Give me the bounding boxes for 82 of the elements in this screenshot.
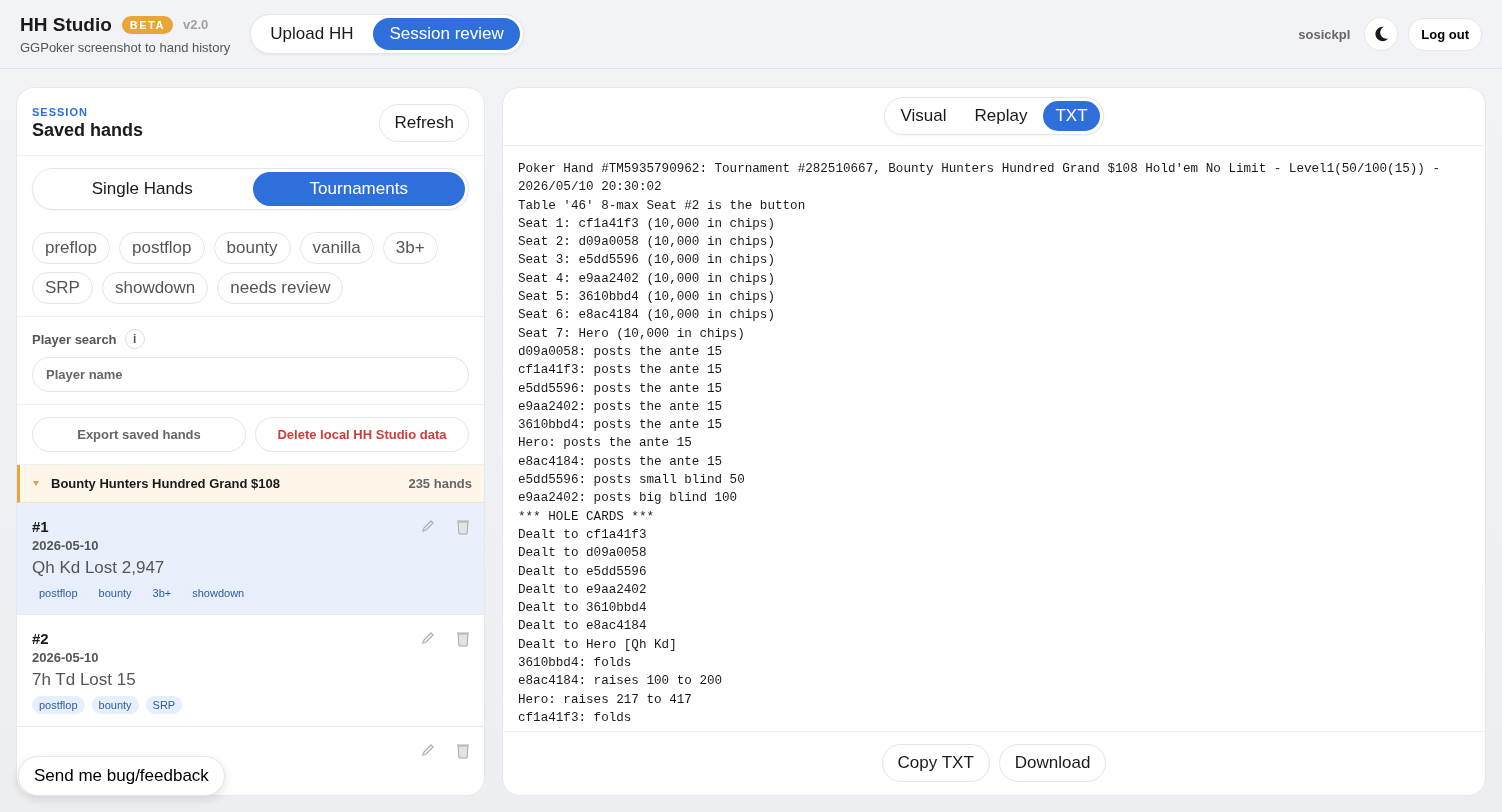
hand-date: 2026-05-10	[32, 538, 100, 553]
app-title: HH Studio	[20, 13, 112, 36]
refresh-button[interactable]: Refresh	[379, 104, 469, 142]
hand-history-line: cf1a41f3: posts the ante 15	[518, 362, 724, 380]
hand-history-line: e5dd5596: posts small blind 50	[518, 472, 746, 490]
hand-history-line: e9aa2402: posts the ante 15	[518, 398, 724, 416]
delete-data-button[interactable]: Delete local HH Studio data	[255, 417, 469, 452]
hand-tag: SRP	[145, 696, 183, 714]
theme-toggle-button[interactable]	[1364, 17, 1399, 51]
pencil-icon[interactable]	[420, 518, 436, 534]
pencil-icon[interactable]	[420, 742, 436, 758]
trash-icon[interactable]	[454, 630, 472, 648]
feedback-button[interactable]: Send me bug/feedback	[18, 756, 225, 796]
hand-summary: Qh Kd Lost 2,947	[32, 558, 166, 578]
filter-chip[interactable]: showdown	[101, 272, 209, 304]
hand-history-line: Poker Hand #TM5935790962: Tournament #282510667, Bounty Hunters Hundred Grand $108 Hold'em No Limit - Level1(50/100(15)) - 2026/05/10 20:30:02	[518, 161, 1441, 197]
hand-list-item[interactable]: #2 2026-05-10 7h Td Lost 15 postflop bounty SRP	[17, 615, 484, 727]
filter-chip[interactable]: 3b+	[382, 232, 438, 264]
hand-history-line: Seat 4: e9aa2402 (10,000 in chips)	[518, 270, 776, 288]
hand-history-line: e9aa2402: posts big blind 100	[518, 490, 739, 508]
mode-tab[interactable]: Single Hands	[36, 172, 249, 206]
hand-history-line: e8ac4184: posts the ante 15	[518, 453, 724, 471]
mode-tab[interactable]: Tournaments	[252, 172, 465, 206]
hand-history-line: Seat 2: d09a0058 (10,000 in chips)	[518, 234, 776, 252]
hand-summary: 7h Td Lost 15	[32, 670, 137, 690]
hand-history-line: e5dd5596: posts the ante 15	[518, 380, 724, 398]
tournament-name: Bounty Hunters Hundred Grand $108	[51, 476, 281, 491]
player-search-field[interactable]: Player name	[32, 357, 469, 392]
hand-history-line: d09a0058: posts the ante 15	[518, 343, 724, 361]
hand-history-line: Dealt to e9aa2402	[518, 581, 648, 599]
beta-badge: BETA	[121, 15, 173, 34]
hand-history-line: Seat 5: 3610bbd4 (10,000 in chips)	[518, 289, 776, 307]
tournament-group-header[interactable]: Bounty Hunters Hundred Grand $108 235 hands	[17, 465, 484, 503]
hand-history-line: cf1a41f3: folds	[518, 709, 633, 727]
nav-tab[interactable]: Session review	[373, 18, 520, 50]
hand-tag: postflop	[32, 696, 85, 714]
hand-history-line: Dealt to d09a0058	[518, 545, 648, 563]
filter-chip[interactable]: vanilla	[299, 232, 374, 264]
filter-chip[interactable]: SRP	[32, 272, 93, 304]
pencil-icon[interactable]	[420, 630, 436, 646]
hand-history-line: Seat 6: e8ac4184 (10,000 in chips)	[518, 307, 776, 325]
trash-icon[interactable]	[454, 742, 472, 760]
view-tab[interactable]: Visual	[888, 101, 959, 131]
username: sosickpl	[1298, 26, 1351, 42]
hand-history-line: e8ac4184: raises 100 to 200	[518, 673, 724, 691]
field-label: Player search	[32, 331, 117, 347]
filter-chip[interactable]: needs review	[217, 272, 344, 304]
hand-list-item[interactable]: #1 2026-05-10 Qh Kd Lost 2,947 postflop bounty 3b+ showdown	[17, 503, 484, 615]
hand-number: #2	[32, 630, 50, 647]
hand-date: 2026-05-10	[32, 650, 100, 665]
hand-count: 235 hands	[408, 476, 472, 491]
filter-chip[interactable]: preflop	[32, 232, 110, 264]
filter-chip[interactable]: postflop	[119, 232, 205, 264]
hand-history-line: Dealt to cf1a41f3	[518, 526, 648, 544]
hand-history-line: Dealt to e8ac4184	[518, 618, 648, 636]
hand-history-line: Hero: posts the ante 15	[518, 435, 693, 453]
view-tab[interactable]: TXT	[1043, 101, 1100, 131]
hand-history-line: Seat 1: cf1a41f3 (10,000 in chips)	[518, 215, 776, 233]
export-button[interactable]: Export saved hands	[32, 417, 246, 452]
footer-button[interactable]: Download	[998, 744, 1107, 782]
hand-history-line: *** HOLE CARDS ***	[518, 508, 656, 526]
version-label: v2.0	[182, 17, 209, 32]
hand-history-line: Hero: raises 217 to 417	[518, 691, 693, 709]
hand-number: #1	[32, 518, 50, 535]
hand-history-line: Dealt to Hero [Qh Kd]	[518, 636, 678, 654]
nav-tab[interactable]: Upload HH	[254, 18, 370, 50]
panel-title: Saved hands	[32, 119, 144, 141]
hand-tag: bounty	[91, 696, 139, 714]
app-subtitle: GGPoker screenshot to hand history	[20, 39, 231, 55]
footer-button[interactable]: Copy TXT	[881, 744, 990, 782]
section-eyebrow: SESSION	[32, 105, 89, 118]
hand-history-line: Seat 7: Hero (10,000 in chips)	[518, 325, 746, 343]
view-tab[interactable]: Replay	[962, 101, 1040, 131]
hand-history-line: 3610bbd4: posts the ante 15	[518, 417, 724, 435]
hand-history-line: Dealt to 3610bbd4	[518, 600, 648, 618]
hand-history-line: 3610bbd4: folds	[518, 655, 633, 672]
hand-history-line: Table '46' 8-max Seat #2 is the button	[518, 197, 807, 215]
trash-icon[interactable]	[454, 518, 472, 536]
logout-button[interactable]: Log out	[1408, 17, 1482, 51]
filter-chip[interactable]: bounty	[213, 232, 291, 264]
hand-history-line: Dealt to e5dd5596	[518, 563, 648, 581]
hand-history-line: Seat 3: e5dd5596 (10,000 in chips)	[518, 252, 776, 270]
